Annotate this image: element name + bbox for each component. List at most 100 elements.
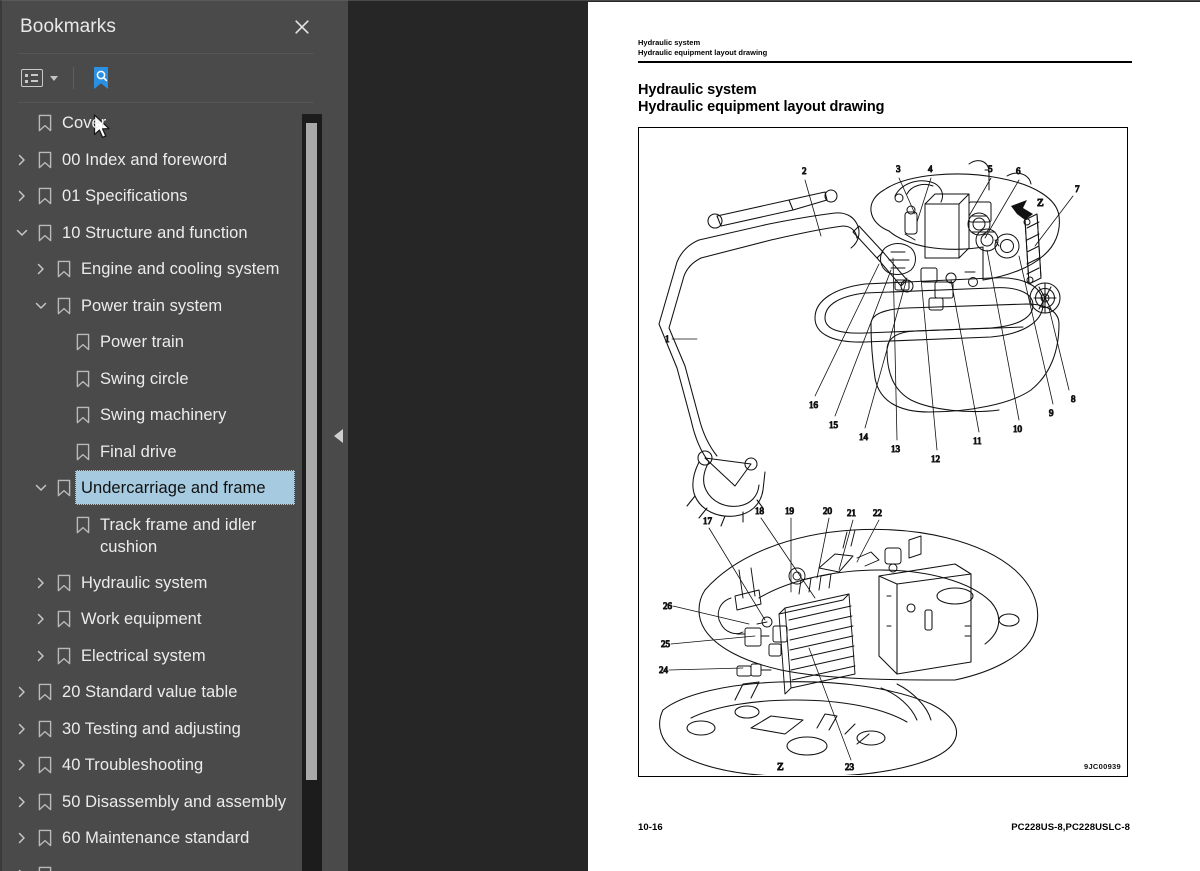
bookmark-item[interactable]: Electrical system [2,638,330,675]
chevron-right-icon[interactable] [10,178,34,214]
bookmark-item[interactable]: 10 Structure and function [2,215,330,252]
bookmark-item[interactable]: Swing machinery [2,397,330,434]
bookmark-item-label: 01 Specifications [62,187,188,205]
bookmark-item[interactable]: 40 Troubleshooting [2,747,330,784]
chevron-down-icon[interactable] [10,215,34,251]
bookmark-item[interactable]: Swing circle [2,361,330,398]
toolbar-divider-line [18,102,314,103]
running-head-line1: Hydraulic system [638,38,701,47]
bookmark-icon [72,397,94,433]
bookmark-item[interactable]: Power train system [2,288,330,325]
svg-text:16: 16 [809,400,819,410]
chevron-right-icon[interactable] [10,857,34,871]
bookmarks-scrollbar[interactable] [302,114,322,871]
svg-text:19: 19 [785,506,795,516]
collapse-panel-arrow-icon[interactable] [334,429,343,443]
svg-text:14: 14 [859,432,869,442]
twisty-spacer [48,397,72,433]
pdf-page: Hydraulic system Hydraulic equipment lay… [588,2,1200,871]
bookmark-item[interactable] [2,857,330,871]
chevron-right-icon[interactable] [29,565,53,601]
bookmark-item[interactable]: Track frame and idler cushion [2,507,330,565]
chevron-right-icon[interactable] [29,638,53,674]
chevron-right-icon[interactable] [10,711,34,747]
bookmarks-scrollbar-thumb[interactable] [306,123,317,780]
bookmark-icon [34,711,56,747]
svg-text:26: 26 [663,601,673,611]
chevron-right-icon[interactable] [10,747,34,783]
svg-text:Z: Z [1037,197,1044,209]
bookmark-item[interactable]: Work equipment [2,601,330,638]
bookmark-item[interactable]: 00 Index and foreword [2,142,330,179]
bookmark-item[interactable]: Hydraulic system [2,565,330,602]
bookmark-icon [53,470,75,506]
svg-text:5: 5 [988,164,993,174]
chevron-right-icon[interactable] [10,142,34,178]
bookmark-icon [34,784,56,820]
bookmark-item-label: Power train [100,333,185,351]
bookmark-options-button[interactable] [18,63,61,93]
twisty-spacer [10,105,34,141]
svg-text:15: 15 [829,420,839,430]
bookmark-icon [34,142,56,178]
chevron-right-icon[interactable] [10,784,34,820]
svg-text:2: 2 [802,166,807,176]
panel-divider[interactable] [330,0,348,871]
bookmark-item[interactable]: 01 Specifications [2,178,330,215]
bookmark-item[interactable]: Final drive [2,434,330,471]
svg-text:24: 24 [659,665,669,675]
bookmark-item-label: 50 Disassembly and assembly [62,792,287,811]
bookmarks-tree[interactable]: Cover 00 Index and foreword 01 Specificati… [2,105,330,871]
chevron-right-icon[interactable] [10,674,34,710]
find-current-bookmark-button[interactable] [86,63,116,93]
svg-text:10: 10 [1013,424,1023,434]
page-content: Hydraulic system Hydraulic equipment lay… [638,38,1182,777]
bookmark-item[interactable]: Cover [2,105,330,142]
chevron-right-icon[interactable] [29,601,53,637]
bookmark-item-label: 10 Structure and function [62,223,248,242]
svg-text:9: 9 [1049,408,1054,418]
bookmark-icon [34,215,56,251]
svg-text:6: 6 [1016,166,1021,176]
svg-text:23: 23 [845,762,855,772]
svg-text:12: 12 [931,454,940,464]
bookmarks-panel-header: Bookmarks [2,1,330,53]
twisty-spacer [48,361,72,397]
chevron-right-icon[interactable] [10,820,34,856]
bookmark-item[interactable]: 60 Maintenance standard [2,820,330,857]
bookmark-icon [72,324,94,360]
close-icon[interactable] [288,13,316,41]
bookmark-icon [34,105,56,141]
bookmarks-toolbar [2,54,330,139]
bookmark-item[interactable]: Undercarriage and frame [2,470,330,507]
bookmark-item[interactable]: Engine and cooling system [2,251,330,288]
bookmark-item[interactable]: 20 Standard value table [2,674,330,711]
bookmark-item[interactable]: 30 Testing and adjusting [2,711,330,748]
bookmark-item-label: 60 Maintenance standard [62,829,250,847]
bookmark-item[interactable]: Power train [2,324,330,361]
svg-text:13: 13 [891,444,901,454]
twisty-spacer [48,507,72,543]
svg-text:Z: Z [777,761,784,773]
svg-text:21: 21 [847,508,856,518]
bookmark-item-label: Undercarriage and frame [75,470,295,505]
figure-code: 9JC00939 [1083,762,1121,771]
bookmark-icon [34,747,56,783]
twisty-spacer [48,324,72,360]
bookmark-item-label: 20 Standard value table [62,683,238,701]
svg-text:7: 7 [1075,184,1080,194]
svg-text:4: 4 [928,164,933,174]
page-title: Hydraulic system Hydraulic equipment lay… [638,82,1182,115]
chevron-down-icon[interactable] [29,288,53,324]
svg-text:11: 11 [973,436,982,446]
chevron-down-icon[interactable] [29,470,53,506]
bookmark-item[interactable]: 50 Disassembly and assembly [2,784,330,821]
bookmark-item-label: 00 Index and foreword [62,150,228,169]
pdf-reader-window: Bookmarks Cover 00 Index and foreword 01… [0,0,1200,871]
bookmark-item-label: Work equipment [81,610,202,628]
chevron-right-icon[interactable] [29,251,53,287]
model-designation: PC228US-8,PC228USLC-8 [1011,822,1130,833]
page-number: 10-16 [638,822,663,833]
svg-text:1: 1 [665,334,670,344]
bookmark-item-label: 30 Testing and adjusting [62,719,241,738]
